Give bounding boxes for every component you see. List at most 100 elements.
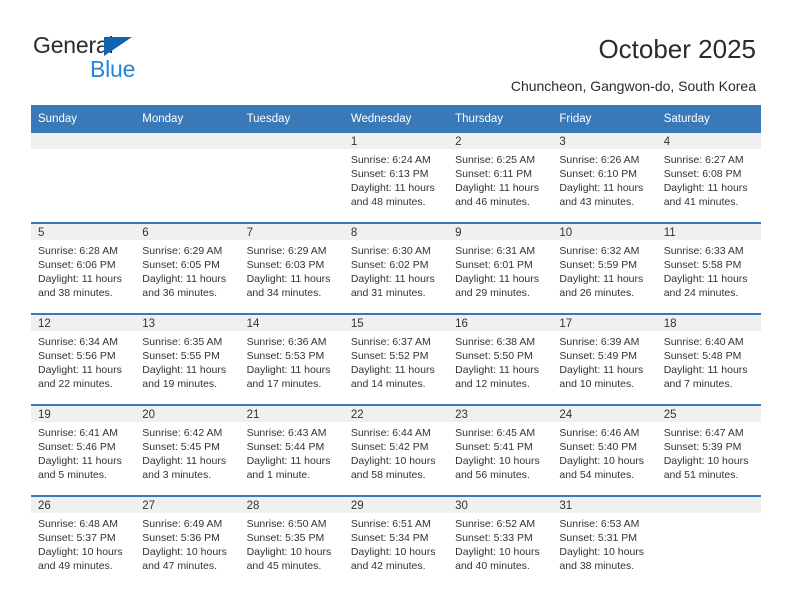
calendar-week-row: 1 Sunrise: 6:24 AM Sunset: 6:13 PM Daylight…: [31, 133, 761, 223]
day-sun-info: Sunrise: 6:29 AM Sunset: 6:03 PM Daylight:…: [240, 240, 344, 300]
calendar-day-cell[interactable]: 27 Sunrise: 6:49 AM Sunset: 5:36 PM Dayligh…: [135, 496, 240, 586]
sunrise-text: Sunrise: 6:24 AM: [350, 154, 431, 166]
calendar-day-cell[interactable]: 4 Sunrise: 6:27 AM Sunset: 6:08 PM Daylight…: [656, 133, 761, 223]
sunset-text: Sunset: 6:11 PM: [455, 168, 532, 181]
day-number: 6: [135, 224, 240, 240]
day-number: 25: [656, 406, 761, 422]
sunrise-text: Sunrise: 6:25 AM: [455, 154, 536, 166]
sunset-text: Sunset: 5:40 PM: [559, 441, 638, 454]
calendar-day-cell[interactable]: 16 Sunrise: 6:38 AM Sunset: 5:50 PM Dayligh…: [448, 314, 553, 405]
sunset-text: Sunset: 5:56 PM: [38, 350, 116, 363]
day-number: [656, 497, 761, 513]
weekday-header-monday: Monday: [135, 105, 240, 133]
weekday-header-thursday: Thursday: [448, 105, 553, 133]
sunrise-text: Sunrise: 6:50 AM: [246, 518, 327, 530]
day-sun-info: Sunrise: 6:47 AM Sunset: 5:39 PM Daylight:…: [657, 422, 761, 482]
calendar-day-cell[interactable]: 17 Sunrise: 6:39 AM Sunset: 5:49 PM Dayligh…: [552, 314, 657, 405]
calendar-day-cell[interactable]: 5 Sunrise: 6:28 AM Sunset: 6:06 PM Daylight…: [31, 223, 136, 314]
calendar-day-cell[interactable]: 30 Sunrise: 6:52 AM Sunset: 5:33 PM Dayligh…: [448, 496, 553, 586]
day-number: 2: [448, 133, 553, 149]
sunset-text: Sunset: 6:10 PM: [559, 168, 638, 181]
day-number: 16: [448, 315, 553, 331]
calendar-day-cell[interactable]: 19 Sunrise: 6:41 AM Sunset: 5:46 PM Dayligh…: [31, 405, 136, 496]
day-sun-info: Sunrise: 6:42 AM Sunset: 5:45 PM Daylight:…: [135, 422, 239, 482]
sunset-text: Sunset: 5:50 PM: [455, 350, 533, 363]
day-number: 24: [552, 406, 657, 422]
calendar-day-cell[interactable]: 25 Sunrise: 6:47 AM Sunset: 5:39 PM Dayligh…: [656, 405, 761, 496]
calendar-day-cell[interactable]: 1 Sunrise: 6:24 AM Sunset: 6:13 PM Daylight…: [343, 133, 449, 223]
daylight-text: Daylight: 11 hours and 17 minutes.: [246, 364, 331, 391]
sunrise-text: Sunrise: 6:33 AM: [663, 245, 744, 257]
calendar-day-cell[interactable]: 7 Sunrise: 6:29 AM Sunset: 6:03 PM Daylight…: [239, 223, 344, 314]
calendar-day-cell[interactable]: 29 Sunrise: 6:51 AM Sunset: 5:34 PM Dayligh…: [343, 496, 449, 586]
sunrise-text: Sunrise: 6:29 AM: [246, 245, 327, 257]
day-sun-info: Sunrise: 6:51 AM Sunset: 5:34 PM Daylight:…: [344, 513, 448, 573]
daylight-text: Daylight: 11 hours and 46 minutes.: [455, 182, 539, 209]
sunrise-text: Sunrise: 6:48 AM: [38, 518, 118, 530]
day-sun-info: Sunrise: 6:39 AM Sunset: 5:49 PM Daylight:…: [552, 331, 656, 391]
daylight-text: Daylight: 10 hours and 45 minutes.: [246, 546, 332, 573]
calendar-day-cell[interactable]: 23 Sunrise: 6:45 AM Sunset: 5:41 PM Dayligh…: [448, 405, 553, 496]
weekday-header-tuesday: Tuesday: [239, 105, 344, 133]
daylight-text: Daylight: 10 hours and 47 minutes.: [142, 546, 227, 573]
daylight-text: Daylight: 11 hours and 22 minutes.: [38, 364, 122, 391]
page-title: October 2025: [598, 34, 756, 64]
sunset-text: Sunset: 5:59 PM: [559, 259, 638, 272]
daylight-text: Daylight: 11 hours and 34 minutes.: [246, 273, 331, 300]
calendar-day-cell[interactable]: 18 Sunrise: 6:40 AM Sunset: 5:48 PM Dayligh…: [656, 314, 761, 405]
calendar-day-cell[interactable]: 21 Sunrise: 6:43 AM Sunset: 5:44 PM Dayligh…: [239, 405, 344, 496]
sunset-text: Sunset: 5:39 PM: [663, 441, 742, 454]
calendar-day-cell[interactable]: 20 Sunrise: 6:42 AM Sunset: 5:45 PM Dayligh…: [135, 405, 240, 496]
weekday-header-sunday: Sunday: [31, 105, 136, 133]
calendar-day-cell[interactable]: 6 Sunrise: 6:29 AM Sunset: 6:05 PM Daylight…: [135, 223, 240, 314]
calendar-day-cell[interactable]: 13 Sunrise: 6:35 AM Sunset: 5:55 PM Dayligh…: [135, 314, 240, 405]
sunset-text: Sunset: 6:13 PM: [350, 168, 429, 181]
day-sun-info: Sunrise: 6:30 AM Sunset: 6:02 PM Daylight:…: [344, 240, 448, 300]
day-number: 13: [135, 315, 240, 331]
daylight-text: Daylight: 10 hours and 51 minutes.: [663, 455, 749, 482]
day-sun-info: Sunrise: 6:50 AM Sunset: 5:35 PM Daylight:…: [240, 513, 344, 573]
calendar-page: General Blue October 2025 Chuncheon, Gan…: [0, 0, 792, 612]
sunset-text: Sunset: 6:08 PM: [663, 168, 742, 181]
calendar-day-cell[interactable]: 22 Sunrise: 6:44 AM Sunset: 5:42 PM Dayligh…: [343, 405, 449, 496]
calendar-day-cell[interactable]: 14 Sunrise: 6:36 AM Sunset: 5:53 PM Dayligh…: [239, 314, 344, 405]
sunset-text: Sunset: 5:58 PM: [663, 259, 742, 272]
calendar-day-cell[interactable]: 15 Sunrise: 6:37 AM Sunset: 5:52 PM Dayligh…: [343, 314, 449, 405]
calendar-day-cell[interactable]: 3 Sunrise: 6:26 AM Sunset: 6:10 PM Daylight…: [552, 133, 657, 223]
day-number: 15: [343, 315, 449, 331]
day-number: [135, 133, 240, 149]
calendar-day-cell[interactable]: 2 Sunrise: 6:25 AM Sunset: 6:11 PM Daylight…: [448, 133, 553, 223]
sunrise-text: Sunrise: 6:29 AM: [142, 245, 223, 257]
sunrise-text: Sunrise: 6:44 AM: [350, 427, 431, 439]
calendar-day-cell[interactable]: 10 Sunrise: 6:32 AM Sunset: 5:59 PM Dayligh…: [552, 223, 657, 314]
daylight-text: Daylight: 11 hours and 29 minutes.: [455, 273, 539, 300]
day-number: 14: [239, 315, 344, 331]
day-number: 9: [448, 224, 553, 240]
calendar-day-cell[interactable]: 24 Sunrise: 6:46 AM Sunset: 5:40 PM Dayligh…: [552, 405, 657, 496]
day-sun-info: Sunrise: 6:45 AM Sunset: 5:41 PM Daylight:…: [448, 422, 552, 482]
sunset-text: Sunset: 5:52 PM: [350, 350, 429, 363]
day-number: 26: [31, 497, 136, 513]
calendar-day-cell[interactable]: 31 Sunrise: 6:53 AM Sunset: 5:31 PM Dayligh…: [552, 496, 657, 586]
sunset-text: Sunset: 5:48 PM: [663, 350, 742, 363]
page-header: General Blue October 2025 Chuncheon, Gan…: [0, 0, 792, 100]
day-sun-info: Sunrise: 6:29 AM Sunset: 6:05 PM Daylight:…: [135, 240, 239, 300]
calendar-day-cell[interactable]: 28 Sunrise: 6:50 AM Sunset: 5:35 PM Dayligh…: [239, 496, 344, 586]
calendar-day-cell[interactable]: 26 Sunrise: 6:48 AM Sunset: 5:37 PM Dayligh…: [31, 496, 136, 586]
sunset-text: Sunset: 5:55 PM: [142, 350, 220, 363]
sunset-text: Sunset: 5:36 PM: [142, 532, 220, 545]
general-blue-logo[interactable]: General Blue: [33, 33, 213, 85]
day-sun-info: Sunrise: 6:25 AM Sunset: 6:11 PM Daylight:…: [448, 149, 552, 209]
weekday-header-row: Sunday Monday Tuesday Wednesday Thursday…: [31, 105, 761, 133]
calendar-day-cell[interactable]: 11 Sunrise: 6:33 AM Sunset: 5:58 PM Dayligh…: [656, 223, 761, 314]
sunrise-text: Sunrise: 6:38 AM: [455, 336, 536, 348]
day-number: 29: [343, 497, 449, 513]
calendar-day-cell[interactable]: 8 Sunrise: 6:30 AM Sunset: 6:02 PM Daylight…: [343, 223, 449, 314]
calendar-week-row: 5 Sunrise: 6:28 AM Sunset: 6:06 PM Daylight…: [31, 223, 761, 314]
daylight-text: Daylight: 10 hours and 42 minutes.: [350, 546, 436, 573]
calendar-day-cell[interactable]: 12 Sunrise: 6:34 AM Sunset: 5:56 PM Dayligh…: [31, 314, 136, 405]
calendar-day-cell[interactable]: 9 Sunrise: 6:31 AM Sunset: 6:01 PM Daylight…: [448, 223, 553, 314]
daylight-text: Daylight: 11 hours and 19 minutes.: [142, 364, 227, 391]
sunrise-text: Sunrise: 6:49 AM: [142, 518, 223, 530]
sunrise-text: Sunrise: 6:45 AM: [455, 427, 536, 439]
